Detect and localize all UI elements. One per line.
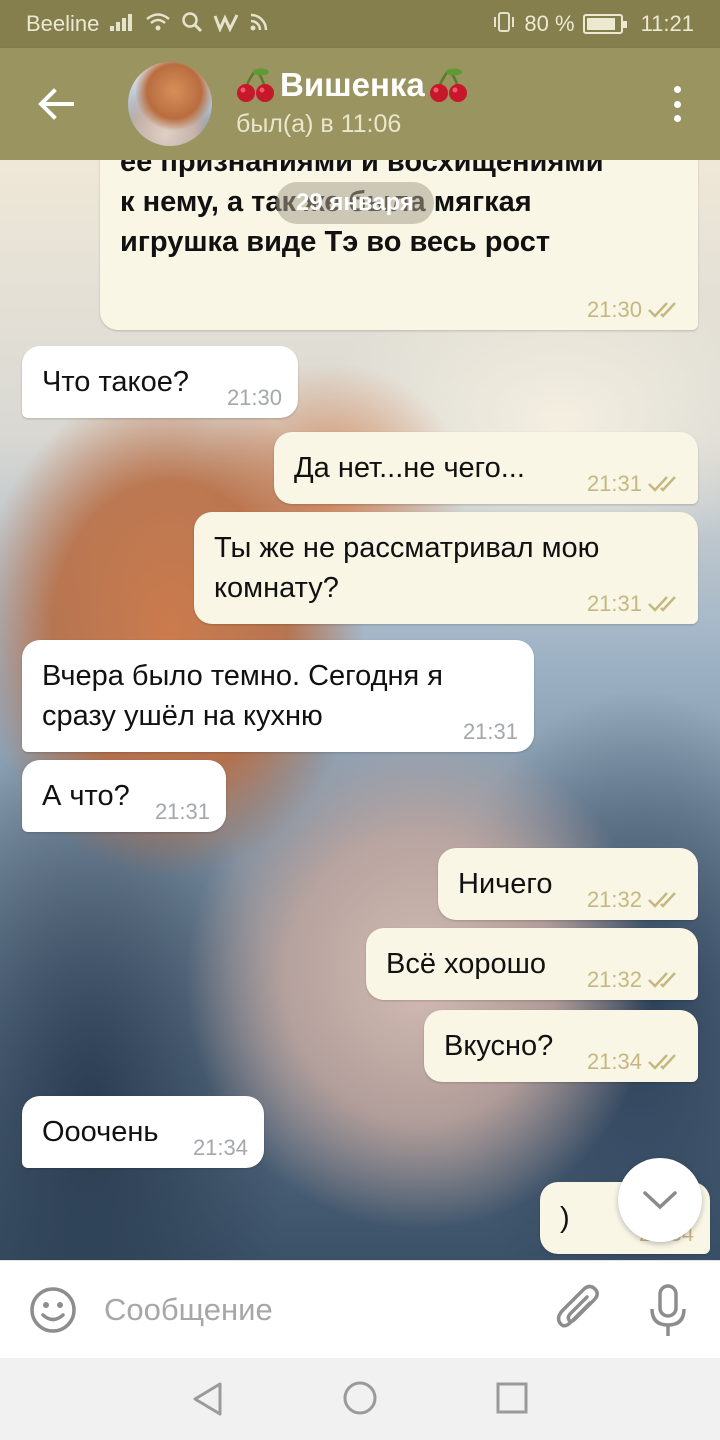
- contact-name-label: Вишенка: [280, 66, 425, 103]
- nav-home-button[interactable]: [342, 1380, 378, 1416]
- message-time: 21:34: [586, 1049, 642, 1074]
- status-bar: Beeline 80 % 11:21: [0, 0, 720, 48]
- message-time: 21:31: [586, 471, 642, 496]
- message-bubble-out[interactable]: Вкусно? 21:34: [424, 1010, 698, 1082]
- message-bubble-in[interactable]: А что? 21:31: [22, 760, 226, 832]
- more-menu-button[interactable]: [662, 82, 692, 126]
- more-vertical-icon: [673, 86, 681, 93]
- message-time: 21:34: [192, 1135, 248, 1160]
- message-time: 21:30: [226, 385, 282, 410]
- message-text: её признаниями и восхищениями: [120, 160, 604, 178]
- double-check-icon: [648, 302, 676, 318]
- cherries-icon: [429, 68, 467, 102]
- message-time: 21:30: [586, 297, 642, 322]
- circle-home-icon: [343, 1381, 377, 1415]
- message-bubble-out[interactable]: Всё хорошо 21:32: [366, 928, 698, 1000]
- microphone-icon: [650, 1284, 686, 1336]
- message-time: 21:32: [586, 967, 642, 992]
- search-icon: [181, 11, 203, 38]
- smile-icon: [30, 1287, 76, 1333]
- message-bubble-in[interactable]: Ооочень 21:34: [22, 1096, 264, 1168]
- wifi-icon: [145, 12, 171, 37]
- message-bubble-out[interactable]: Ничего 21:32: [438, 848, 698, 920]
- chevron-down-icon: [643, 1191, 677, 1210]
- message-text: игрушка виде Тэ во весь рост: [120, 226, 551, 258]
- square-recents-icon: [496, 1382, 528, 1414]
- clock: 11:21: [640, 11, 694, 36]
- cherries-icon: [237, 68, 274, 102]
- message-text: Вчера было темно. Сегодня я сразу ушёл н…: [42, 660, 444, 732]
- back-button[interactable]: [30, 78, 82, 130]
- rss-icon: [249, 12, 269, 37]
- message-list[interactable]: Всё красивым подарком. Ещё с её признани…: [0, 160, 720, 1260]
- date-divider: 29 января: [276, 182, 434, 224]
- message-bubble-in[interactable]: Что такое? 21:30: [22, 346, 298, 418]
- battery-percent: 80 %: [524, 11, 575, 36]
- carrier-label: Beeline: [26, 11, 100, 36]
- avatar[interactable]: [128, 62, 212, 146]
- contact-name[interactable]: Вишенка: [236, 66, 469, 104]
- double-check-icon: [648, 596, 676, 612]
- double-check-icon: [648, 972, 676, 988]
- last-seen-status: был(а) в 11:06: [236, 110, 402, 138]
- voice-record-button[interactable]: [648, 1283, 688, 1339]
- message-time: 21:31: [462, 719, 518, 744]
- double-check-icon: [648, 476, 676, 492]
- vibrate-icon: [492, 11, 516, 38]
- message-input[interactable]: [104, 1285, 524, 1335]
- app-w-icon: [213, 12, 239, 37]
- triangle-back-icon: [193, 1382, 222, 1416]
- nav-recents-button[interactable]: [494, 1380, 530, 1416]
- paperclip-icon: [556, 1284, 599, 1328]
- message-bubble-in[interactable]: Вчера было темно. Сегодня я сразу ушёл н…: [22, 640, 534, 752]
- message-time: 21:31: [154, 799, 210, 824]
- attach-button[interactable]: [554, 1283, 602, 1337]
- scroll-to-bottom-button[interactable]: [618, 1158, 702, 1242]
- arrow-left-icon: [38, 88, 74, 120]
- double-check-icon: [648, 892, 676, 908]
- emoji-button[interactable]: [28, 1285, 78, 1335]
- message-bubble-out[interactable]: Да нет...не чего... 21:31: [274, 432, 698, 504]
- nav-back-button[interactable]: [190, 1380, 226, 1418]
- message-composer: [0, 1260, 720, 1358]
- message-bubble-out[interactable]: Ты же не рассматривал мою комнату? 21:31: [194, 512, 698, 624]
- chat-header: Вишенка был(а) в 11:06: [0, 48, 720, 160]
- message-time: 21:31: [586, 591, 642, 616]
- double-check-icon: [648, 1054, 676, 1070]
- system-navigation-bar: [0, 1358, 720, 1440]
- signal-icon: [109, 12, 135, 37]
- message-time: 21:32: [586, 887, 642, 912]
- battery-icon: [582, 14, 627, 34]
